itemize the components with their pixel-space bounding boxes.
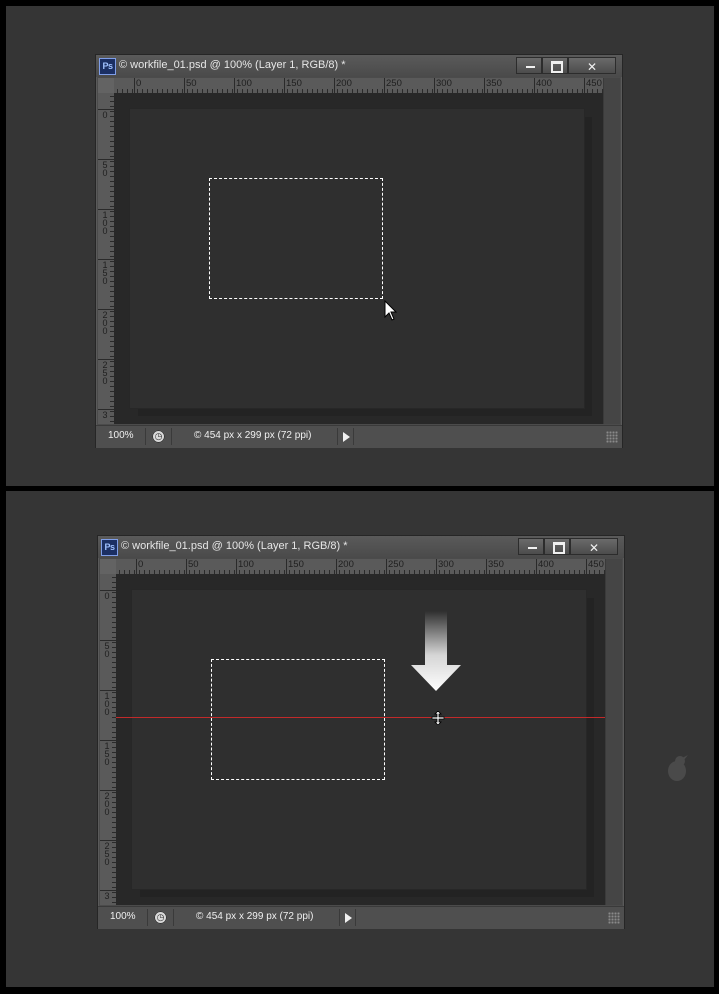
move-guide-cursor-icon	[431, 711, 445, 725]
document-canvas[interactable]	[130, 109, 584, 408]
photoshop-logo-icon: Ps	[99, 58, 116, 75]
ruler-h-label: 200	[338, 559, 354, 570]
window-titlebar[interactable]: Ps © workfile_01.psd @ 100% (Layer 1, RG…	[96, 55, 622, 77]
photoshop-document-window[interactable]: Ps © workfile_01.psd @ 100% (Layer 1, RG…	[95, 54, 623, 448]
marquee-selection[interactable]	[209, 178, 383, 299]
window-title: © workfile_01.psd @ 100% (Layer 1, RGB/8…	[119, 59, 346, 71]
status-bar: 100% ◷ © 454 px x 299 px (72 ppi)	[96, 425, 622, 448]
down-arrow-icon	[411, 611, 461, 691]
bug-icon	[668, 755, 688, 781]
status-clock-icon[interactable]: ◷	[154, 911, 167, 924]
minimize-icon	[526, 66, 535, 68]
ruler-h-label: 100	[238, 559, 254, 570]
window-titlebar[interactable]: Ps © workfile_01.psd @ 100% (Layer 1, RG…	[98, 536, 624, 558]
ruler-v-label: 50	[102, 160, 108, 178]
close-icon: ✕	[588, 541, 600, 555]
ruler-h-label: 200	[336, 78, 352, 89]
ruler-h-label: 350	[486, 78, 502, 89]
document-canvas[interactable]	[132, 590, 586, 889]
minimize-icon	[528, 547, 537, 549]
ruler-h-label: 100	[236, 78, 252, 89]
zoom-level[interactable]: 100%	[110, 911, 136, 922]
vertical-ruler[interactable]: 0 50 100 150 200 250 3	[98, 93, 114, 424]
ruler-h-label: 50	[186, 78, 197, 89]
canvas-pasteboard[interactable]	[116, 574, 605, 905]
minimize-button[interactable]	[516, 57, 542, 74]
ruler-h-label: 150	[286, 78, 302, 89]
ruler-v-label: 0	[104, 591, 110, 601]
ruler-v-label: 200	[104, 791, 110, 817]
bottom-panel: Ps © workfile_01.psd @ 100% (Layer 1, RG…	[6, 491, 714, 987]
close-icon: ✕	[586, 60, 598, 74]
photoshop-document-window[interactable]: Ps © workfile_01.psd @ 100% (Layer 1, RG…	[97, 535, 625, 929]
ruler-h-label: 400	[536, 78, 552, 89]
maximize-button[interactable]	[542, 57, 568, 74]
horizontal-ruler[interactable]: 0 50 100 150 200 250 300 350 400 450	[114, 78, 603, 93]
ruler-h-label: 400	[538, 559, 554, 570]
ruler-h-label: 0	[138, 559, 144, 570]
ruler-h-label: 450	[586, 78, 602, 89]
minimize-button[interactable]	[518, 538, 544, 555]
maximize-icon	[551, 61, 563, 73]
ruler-v-label: 100	[102, 210, 108, 236]
ruler-v-label: 3	[102, 410, 108, 420]
ruler-h-label: 0	[136, 78, 142, 89]
ruler-v-label: 150	[102, 260, 108, 286]
ruler-h-label: 50	[188, 559, 199, 570]
ruler-v-label: 150	[104, 741, 110, 767]
close-button[interactable]: ✕	[568, 57, 616, 74]
ruler-v-label: 0	[102, 110, 108, 120]
document-info: © 454 px x 299 px (72 ppi)	[196, 911, 314, 922]
horizontal-ruler[interactable]: 0 50 100 150 200 250 300 350 400 450	[116, 559, 605, 574]
ruler-v-label: 250	[102, 360, 108, 386]
ruler-h-label: 350	[488, 559, 504, 570]
play-icon[interactable]	[343, 432, 350, 442]
ruler-h-label: 300	[436, 78, 452, 89]
arrow-cursor-icon	[384, 300, 398, 321]
vertical-scrollbar[interactable]	[603, 78, 620, 424]
canvas-pasteboard[interactable]	[114, 93, 603, 424]
ruler-v-label: 200	[102, 310, 108, 336]
document-info: © 454 px x 299 px (72 ppi)	[194, 430, 312, 441]
resize-grip-icon[interactable]	[608, 912, 620, 924]
ruler-v-label: 100	[104, 691, 110, 717]
zoom-level[interactable]: 100%	[108, 430, 134, 441]
ruler-origin[interactable]	[98, 78, 114, 93]
ruler-v-label: 250	[104, 841, 110, 867]
ruler-v-label: 50	[104, 641, 110, 659]
top-panel: Ps © workfile_01.psd @ 100% (Layer 1, RG…	[6, 6, 714, 486]
ruler-origin[interactable]	[100, 559, 116, 574]
ruler-h-label: 300	[438, 559, 454, 570]
status-clock-icon[interactable]: ◷	[152, 430, 165, 443]
marquee-selection[interactable]	[211, 659, 385, 780]
ruler-h-label: 250	[388, 559, 404, 570]
ruler-h-label: 250	[386, 78, 402, 89]
ruler-v-label: 3	[104, 891, 110, 901]
photoshop-logo-icon: Ps	[101, 539, 118, 556]
horizontal-guide-line[interactable]	[116, 717, 605, 718]
resize-grip-icon[interactable]	[606, 431, 618, 443]
close-button[interactable]: ✕	[570, 538, 618, 555]
play-icon[interactable]	[345, 913, 352, 923]
maximize-icon	[553, 542, 565, 554]
status-bar: 100% ◷ © 454 px x 299 px (72 ppi)	[98, 906, 624, 929]
window-title: © workfile_01.psd @ 100% (Layer 1, RGB/8…	[121, 540, 348, 552]
ruler-h-label: 450	[588, 559, 604, 570]
vertical-scrollbar[interactable]	[605, 559, 622, 905]
maximize-button[interactable]	[544, 538, 570, 555]
vertical-ruler[interactable]: 0 50 100 150 200 250 3	[100, 574, 116, 905]
ruler-h-label: 150	[288, 559, 304, 570]
